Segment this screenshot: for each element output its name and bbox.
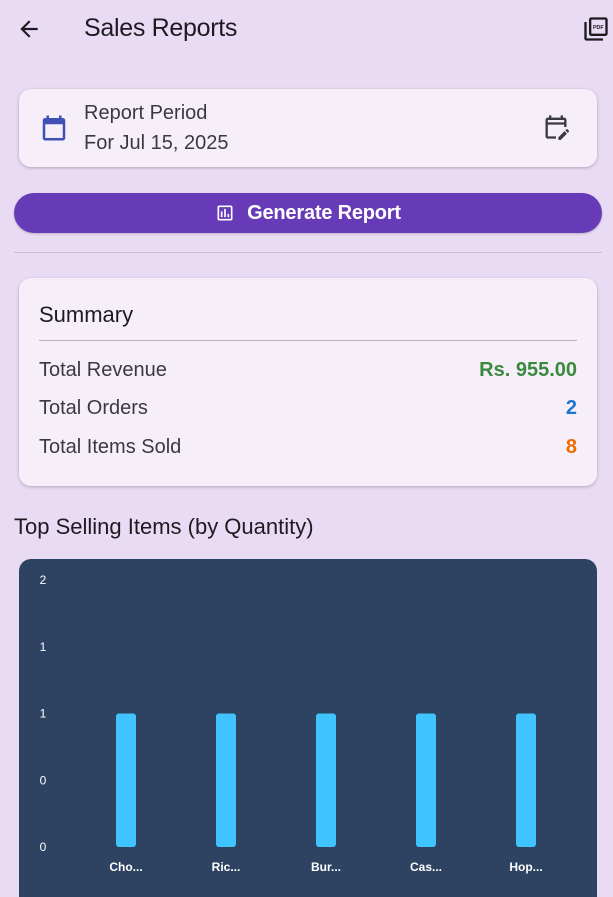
generate-report-label: Generate Report xyxy=(247,201,401,224)
back-button[interactable] xyxy=(14,14,44,44)
arrow-back-icon xyxy=(20,20,38,38)
bar-chart: 0 0 1 1 2 Cho... Ric... Bur... Cas... Hop... xyxy=(40,573,543,874)
summary-row-orders: Total Orders 2 xyxy=(39,395,577,421)
y-tick-label: 0 xyxy=(40,773,47,787)
edit-calendar-icon xyxy=(545,115,569,140)
x-tick-label: Hop... xyxy=(509,860,542,874)
chart-bar[interactable] xyxy=(216,713,236,848)
bar-chart-icon xyxy=(217,205,233,221)
app-bar: Sales Reports PDF xyxy=(0,0,613,58)
top-selling-chart: 0 0 1 1 2 Cho... Ric... Bur... Cas... Hop... xyxy=(19,559,597,897)
x-tick-label: Cas... xyxy=(410,860,442,874)
x-tick-label: Cho... xyxy=(109,860,142,874)
summary-divider xyxy=(39,340,577,341)
summary-card: Summary Total Revenue Rs. 955.00 Total O… xyxy=(19,278,597,486)
y-tick-label: 1 xyxy=(40,707,47,721)
x-tick-label: Bur... xyxy=(311,860,341,874)
page-title: Sales Reports xyxy=(84,14,238,42)
total-orders-value: 2 xyxy=(565,396,577,419)
y-tick-label: 0 xyxy=(40,840,47,854)
chart-bar[interactable] xyxy=(516,713,536,848)
total-items-sold-label: Total Items Sold xyxy=(39,435,182,458)
export-pdf-button[interactable]: PDF xyxy=(581,14,611,44)
chart-bar[interactable] xyxy=(416,713,436,848)
chart-bar[interactable] xyxy=(316,713,336,848)
summary-row-revenue: Total Revenue Rs. 955.00 xyxy=(39,357,577,383)
total-revenue-value: Rs. 955.00 xyxy=(479,358,577,381)
report-period-card: Report Period For Jul 15, 2025 xyxy=(19,89,597,167)
generate-report-button[interactable]: Generate Report xyxy=(14,193,602,233)
total-revenue-label: Total Revenue xyxy=(39,358,167,381)
report-period-label: Report Period xyxy=(84,102,208,124)
summary-row-items: Total Items Sold 8 xyxy=(39,434,577,460)
report-period-value: For Jul 15, 2025 xyxy=(84,132,229,154)
svg-text:PDF: PDF xyxy=(593,25,604,31)
section-divider xyxy=(14,252,602,253)
y-tick-label: 1 xyxy=(40,640,47,654)
chart-section-title: Top Selling Items (by Quantity) xyxy=(14,514,314,539)
x-tick-label: Ric... xyxy=(212,860,241,874)
calendar-icon xyxy=(42,115,66,141)
chart-bar[interactable] xyxy=(116,713,136,848)
picture-as-pdf-icon: PDF xyxy=(584,17,608,41)
total-orders-label: Total Orders xyxy=(39,396,148,419)
summary-title: Summary xyxy=(39,302,134,327)
y-tick-label: 2 xyxy=(40,573,47,587)
edit-date-button[interactable] xyxy=(541,112,571,142)
total-items-sold-value: 8 xyxy=(565,435,577,458)
